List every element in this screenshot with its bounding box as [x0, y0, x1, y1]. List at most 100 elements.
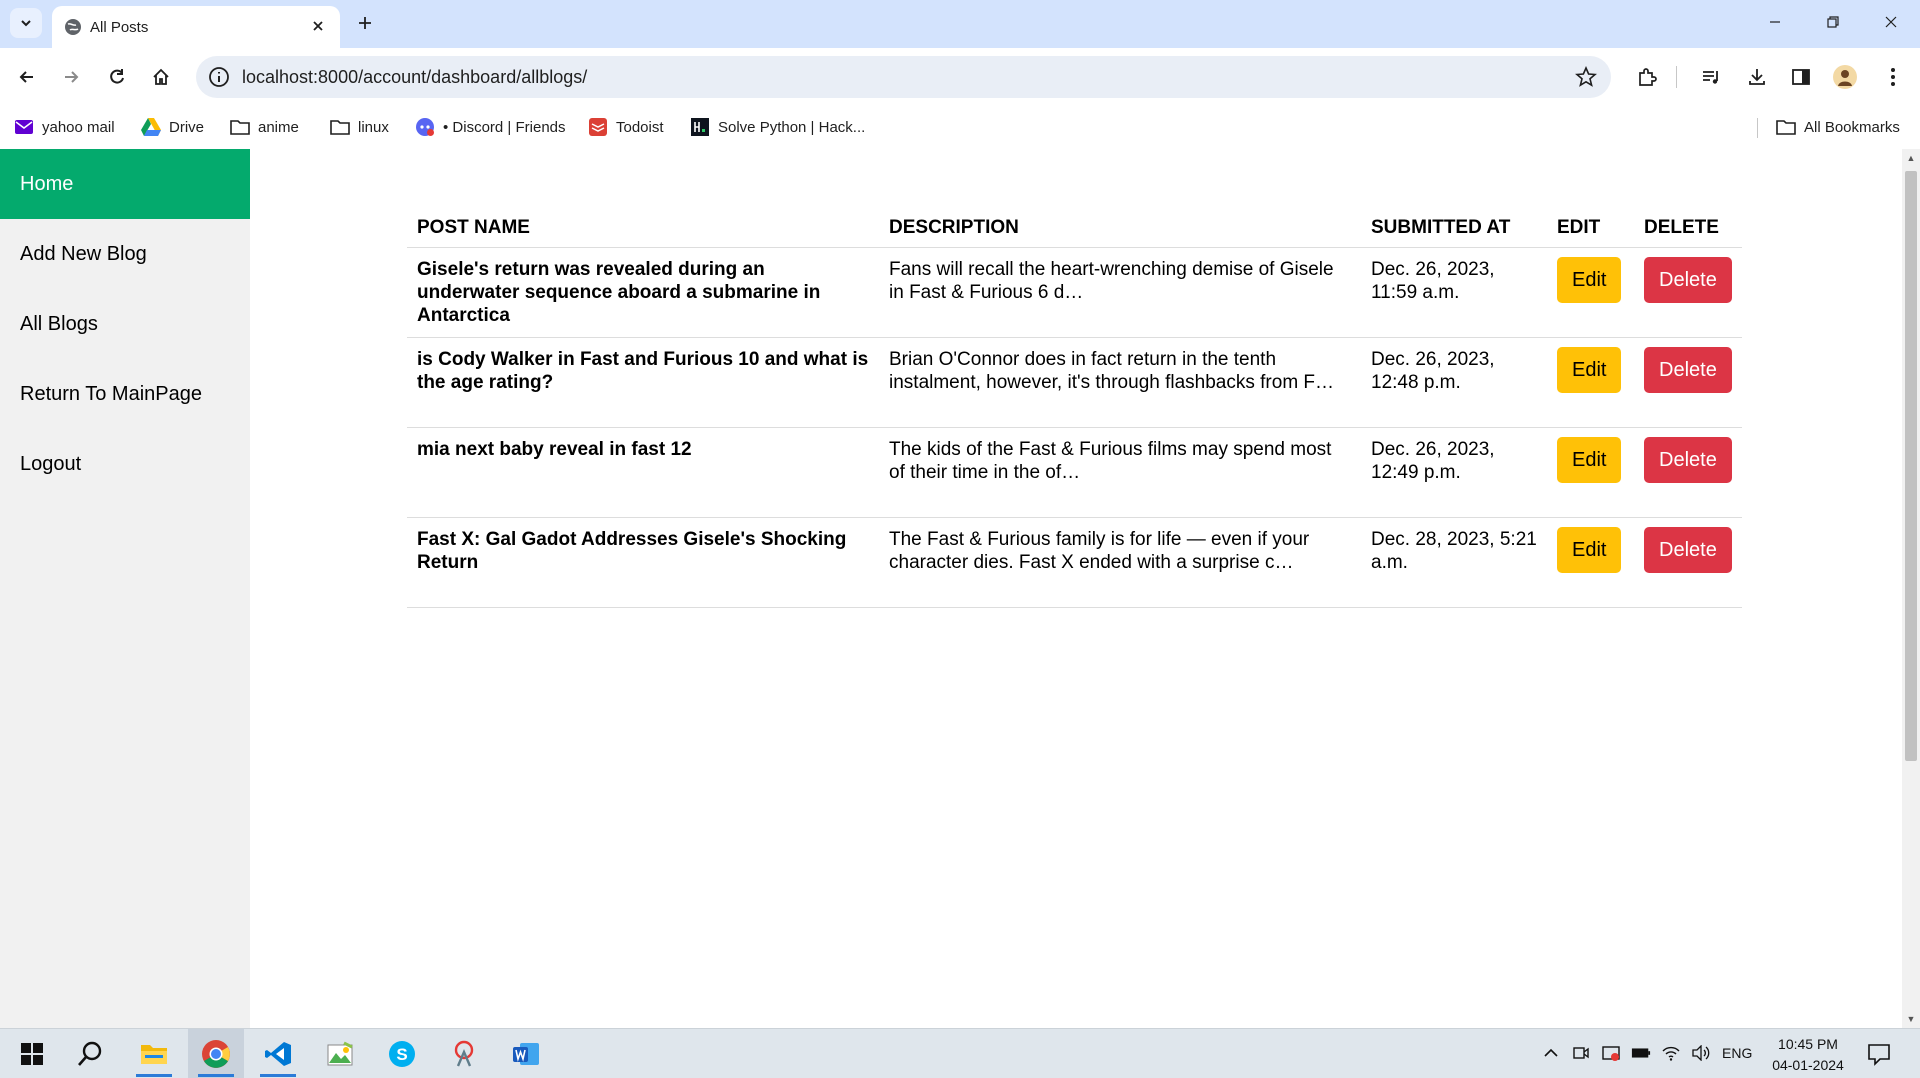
bookmark-hackerrank[interactable]: Solve Python | Hack... — [690, 116, 865, 138]
todoist-icon — [588, 117, 608, 137]
media-control-button[interactable] — [1698, 64, 1724, 90]
close-window-button[interactable] — [1868, 6, 1914, 38]
forward-button[interactable] — [56, 62, 86, 92]
bookmark-yahoo-mail[interactable]: yahoo mail — [14, 116, 115, 138]
header-edit: EDIT — [1547, 211, 1634, 248]
globe-icon — [65, 19, 81, 35]
chevron-up-icon — [1544, 1048, 1558, 1057]
sidebar-nav: Home Add New Blog All Blogs Return To Ma… — [0, 149, 250, 1028]
restore-button[interactable] — [1810, 6, 1856, 38]
new-tab-button[interactable] — [352, 10, 378, 36]
delete-button[interactable]: Delete — [1644, 347, 1732, 393]
drive-icon — [141, 117, 161, 137]
back-button[interactable] — [12, 62, 42, 92]
taskbar-file-explorer[interactable] — [126, 1029, 182, 1078]
tray-meet-button[interactable] — [1571, 1043, 1591, 1063]
taskbar-word[interactable] — [498, 1029, 554, 1078]
arrow-right-icon — [65, 71, 79, 83]
wifi-icon — [1662, 1046, 1680, 1061]
bookmark-discord[interactable]: • Discord | Friends — [415, 116, 566, 138]
reload-button[interactable] — [102, 62, 132, 92]
edit-button[interactable]: Edit — [1557, 257, 1622, 303]
taskbar-search-button[interactable] — [62, 1029, 118, 1078]
posts-table: POST NAME DESCRIPTION SUBMITTED AT EDIT … — [407, 211, 1742, 608]
extensions-button[interactable] — [1634, 64, 1660, 90]
vscode-icon — [265, 1042, 291, 1066]
all-bookmarks-button[interactable]: All Bookmarks — [1776, 116, 1900, 138]
folder-icon — [230, 117, 250, 137]
edit-button[interactable]: Edit — [1557, 347, 1622, 393]
star-icon[interactable] — [1575, 66, 1597, 88]
shield-alert-icon — [1602, 1046, 1620, 1061]
avatar-icon — [1833, 65, 1857, 89]
tray-volume[interactable] — [1691, 1043, 1711, 1063]
bookmarks-bar: yahoo mail Drive anime linux • Discord |… — [0, 106, 1920, 148]
table-row: Gisele's return was revealed during an u… — [407, 247, 1742, 338]
notification-icon[interactable] — [1866, 1041, 1892, 1067]
bookmark-folder-linux[interactable]: linux — [330, 116, 389, 138]
address-bar[interactable]: localhost:8000/account/dashboard/allblog… — [196, 56, 1611, 98]
bookmarks-separator — [1757, 118, 1758, 138]
bookmark-folder-anime[interactable]: anime — [230, 116, 299, 138]
header-description: DESCRIPTION — [879, 211, 1361, 248]
taskbar-skype[interactable]: S — [374, 1029, 430, 1078]
sidebar-item-all-blogs[interactable]: All Blogs — [0, 289, 250, 359]
volume-icon — [1692, 1045, 1710, 1061]
taskbar-chrome[interactable] — [188, 1029, 244, 1078]
chrome-menu-button[interactable] — [1880, 64, 1906, 90]
file-explorer-icon — [141, 1045, 167, 1064]
side-panel-button[interactable] — [1788, 64, 1814, 90]
taskbar-photos[interactable] — [312, 1029, 368, 1078]
restore-icon — [1827, 16, 1839, 28]
bookmark-label: Todoist — [616, 118, 664, 136]
delete-button[interactable]: Delete — [1644, 527, 1732, 573]
bookmark-drive[interactable]: Drive — [141, 116, 204, 138]
minimize-button[interactable] — [1752, 6, 1798, 38]
profile-button[interactable] — [1832, 64, 1858, 90]
bookmark-todoist[interactable]: Todoist — [588, 116, 664, 138]
start-button[interactable] — [4, 1029, 60, 1078]
bookmark-label: yahoo mail — [42, 118, 115, 136]
sidebar-item-home[interactable]: Home — [0, 149, 250, 219]
browser-tab[interactable]: All Posts — [52, 6, 340, 48]
bookmark-label: • Discord | Friends — [443, 118, 566, 136]
tab-close-button[interactable] — [308, 16, 328, 36]
word-icon — [513, 1043, 539, 1065]
home-icon — [153, 68, 169, 85]
sidebar-item-return-to-mainpage[interactable]: Return To MainPage — [0, 359, 250, 429]
sidebar-item-add-new-blog[interactable]: Add New Blog — [0, 219, 250, 289]
downloads-button[interactable] — [1744, 64, 1770, 90]
windows-start-icon — [21, 1043, 43, 1065]
url-text[interactable]: localhost:8000/account/dashboard/allblog… — [242, 67, 587, 88]
tray-battery[interactable] — [1631, 1043, 1651, 1063]
scrollbar-thumb[interactable] — [1905, 171, 1917, 761]
table-row: mia next baby reveal in fast 12 The kids… — [407, 427, 1742, 518]
tray-security-button[interactable] — [1601, 1043, 1621, 1063]
chrome-icon — [202, 1040, 230, 1068]
bookmark-label: Drive — [169, 118, 205, 136]
hackerrank-icon — [690, 117, 710, 137]
scroll-up-icon[interactable]: ▲ — [1906, 153, 1916, 163]
taskbar-snipping-tool[interactable] — [436, 1029, 492, 1078]
page-scrollbar[interactable]: ▲ ▼ — [1902, 149, 1920, 1028]
svg-text:S: S — [396, 1045, 407, 1064]
input-language[interactable]: ENG — [1722, 1045, 1752, 1061]
sidebar-item-logout[interactable]: Logout — [0, 429, 250, 499]
info-icon[interactable] — [208, 66, 230, 88]
scroll-down-icon[interactable]: ▼ — [1906, 1014, 1916, 1024]
delete-button[interactable]: Delete — [1644, 257, 1732, 303]
home-button[interactable] — [146, 62, 176, 92]
tab-search-button[interactable] — [10, 8, 42, 38]
header-post-name: POST NAME — [407, 211, 879, 248]
delete-button[interactable]: Delete — [1644, 437, 1732, 483]
system-clock[interactable]: 10:45 PM 04-01-2024 — [1766, 1034, 1850, 1076]
header-submitted-at: SUBMITTED AT — [1361, 211, 1547, 248]
tray-network[interactable] — [1661, 1043, 1681, 1063]
edit-button[interactable]: Edit — [1557, 437, 1622, 483]
taskbar-vscode[interactable] — [250, 1029, 306, 1078]
tray-overflow-button[interactable] — [1541, 1043, 1561, 1063]
bookmark-label: linux — [358, 118, 389, 136]
table-header-row: POST NAME DESCRIPTION SUBMITTED AT EDIT … — [407, 211, 1742, 248]
mail-icon — [14, 117, 34, 137]
edit-button[interactable]: Edit — [1557, 527, 1622, 573]
